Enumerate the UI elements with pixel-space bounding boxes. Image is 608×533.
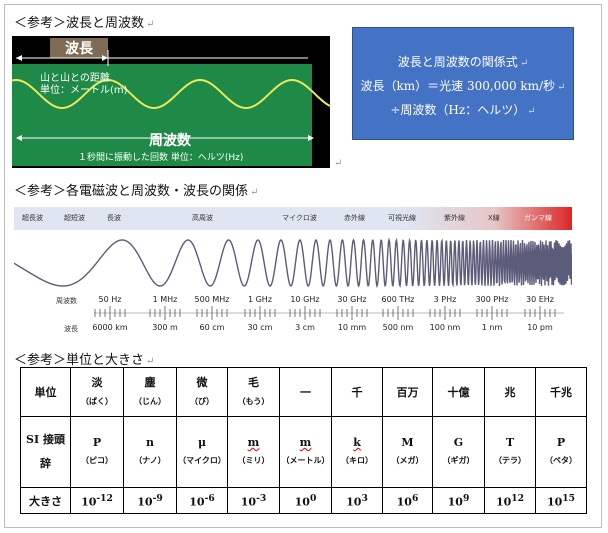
size-cell: 109 xyxy=(432,487,485,514)
prefix-cell: m （ミリ） xyxy=(227,416,280,488)
prefix-header-cell: SI 接頭辞 xyxy=(20,416,71,488)
prefix-cell: M （メガ） xyxy=(382,416,433,488)
prefix-cell: P （ピコ） xyxy=(70,416,124,488)
return-mark-icon: ↵ xyxy=(334,158,343,169)
unit-cell: 千兆 xyxy=(535,367,587,417)
size-cell: 1012 xyxy=(484,487,536,514)
unit-cell: 毛（もう） xyxy=(227,367,280,417)
prefix-row: SI 接頭辞 P （ピコ） n （ナノ） μ （マイクロ） m （ミリ） m （メートル）… xyxy=(20,416,587,488)
size-cell: 10-9 xyxy=(123,487,177,514)
formula-equation: 波長（km）＝光速 300,000 km/秒 ↵ xyxy=(360,79,566,93)
band-label: 超長波 xyxy=(22,214,43,222)
band-label: 高周波 xyxy=(192,214,213,222)
size-cell: 100 xyxy=(279,487,332,514)
unit-header-cell: 単位 xyxy=(20,367,71,417)
wl-label: 1 nm xyxy=(481,323,503,332)
prefix-cell: m （メートル） xyxy=(279,416,332,488)
spectrum-wave-icon xyxy=(14,237,572,289)
size-cell: 106 xyxy=(382,487,433,514)
wl-label: 100 nm xyxy=(429,323,461,332)
distance-line2: 単位：メートル(m) xyxy=(40,85,128,96)
band-label: 長波 xyxy=(107,214,121,222)
em-section-heading: ＜参考＞各電磁波と周波数・波長の関係 ↵ xyxy=(14,184,259,199)
unit-cell: 十億 xyxy=(432,367,485,417)
unit-cell: 淡（ばく） xyxy=(70,367,124,417)
band-label: 超短波 xyxy=(64,214,85,222)
return-mark-icon: ↵ xyxy=(250,187,259,198)
band-label: ガンマ線 xyxy=(524,214,552,222)
units-table: 単位 淡（ばく） 塵（じん） 微（び） 毛（もう） 一 千 百万 十億 兆 千兆… xyxy=(20,367,587,514)
size-cell: 103 xyxy=(331,487,383,514)
size-cell: 10-3 xyxy=(227,487,280,514)
formula-divisor: ÷周波数（Hz：ヘルツ） ↵ xyxy=(390,103,536,117)
band-label: マイクロ波 xyxy=(282,214,317,222)
prefix-cell: T （テラ） xyxy=(484,416,536,488)
return-mark-icon: ↵ xyxy=(146,19,155,30)
band-label: 可視光線 xyxy=(388,214,416,222)
size-cell: 10-12 xyxy=(70,487,124,514)
unit-cell: 百万 xyxy=(382,367,433,417)
prefix-cell: k （キロ） xyxy=(331,416,383,488)
band-label: 赤外線 xyxy=(344,214,365,222)
prefix-cell: G （ギガ） xyxy=(432,416,485,488)
unit-cell: 兆 xyxy=(484,367,536,417)
wl-label: 6000 km xyxy=(92,323,128,332)
wl-label: 500 nm xyxy=(382,323,414,332)
size-cell: 1015 xyxy=(535,487,587,514)
wl-label: 60 cm xyxy=(199,323,225,332)
unit-cell: 塵（じん） xyxy=(123,367,177,417)
scale-ruler-icon xyxy=(94,306,564,320)
frequency-desc: １秒間に振動した回数 単位：ヘルツ(Hz) xyxy=(78,153,244,163)
unit-cell: 一 xyxy=(279,367,332,417)
spectrum-wave xyxy=(14,237,572,289)
size-header-cell: 大きさ xyxy=(20,487,71,514)
prefix-cell: n （ナノ） xyxy=(123,416,177,488)
formula-box: 波長と周波数の関係式 ↵ 波長（km）＝光速 300,000 km/秒 ↵ ÷周波数… xyxy=(352,27,574,140)
prefix-cell: μ （マイクロ） xyxy=(176,416,228,488)
wave-section-heading: ＜参考＞波長と周波数 ↵ xyxy=(14,16,155,31)
band-label: 紫外線 xyxy=(444,214,465,222)
formula-title: 波長と周波数の関係式 ↵ xyxy=(397,55,529,69)
size-cell: 10-6 xyxy=(176,487,228,514)
wl-label: 300 m xyxy=(152,323,178,332)
unit-cell: 千 xyxy=(331,367,383,417)
band-label: X線 xyxy=(488,214,500,222)
return-mark-icon: ↵ xyxy=(146,356,155,367)
size-row: 大きさ 10-12 10-9 10-6 10-3 100 103 106 109… xyxy=(20,487,587,514)
wl-label: 10 pm xyxy=(527,323,553,332)
wl-label: 10 mm xyxy=(337,323,367,332)
frequency-label: 周波数 xyxy=(149,133,191,149)
unit-cell: 微（び） xyxy=(176,367,228,417)
wl-label: 3 cm xyxy=(295,323,315,332)
prefix-cell: P （ペタ） xyxy=(535,416,587,488)
wl-label: 30 cm xyxy=(247,323,273,332)
wl-row-title: 波長 xyxy=(64,325,78,333)
unit-section-heading: ＜参考＞単位と大きさ ↵ xyxy=(14,353,155,368)
unit-name-row: 単位 淡（ばく） 塵（じん） 微（び） 毛（もう） 一 千 百万 十億 兆 千兆 xyxy=(20,367,587,417)
